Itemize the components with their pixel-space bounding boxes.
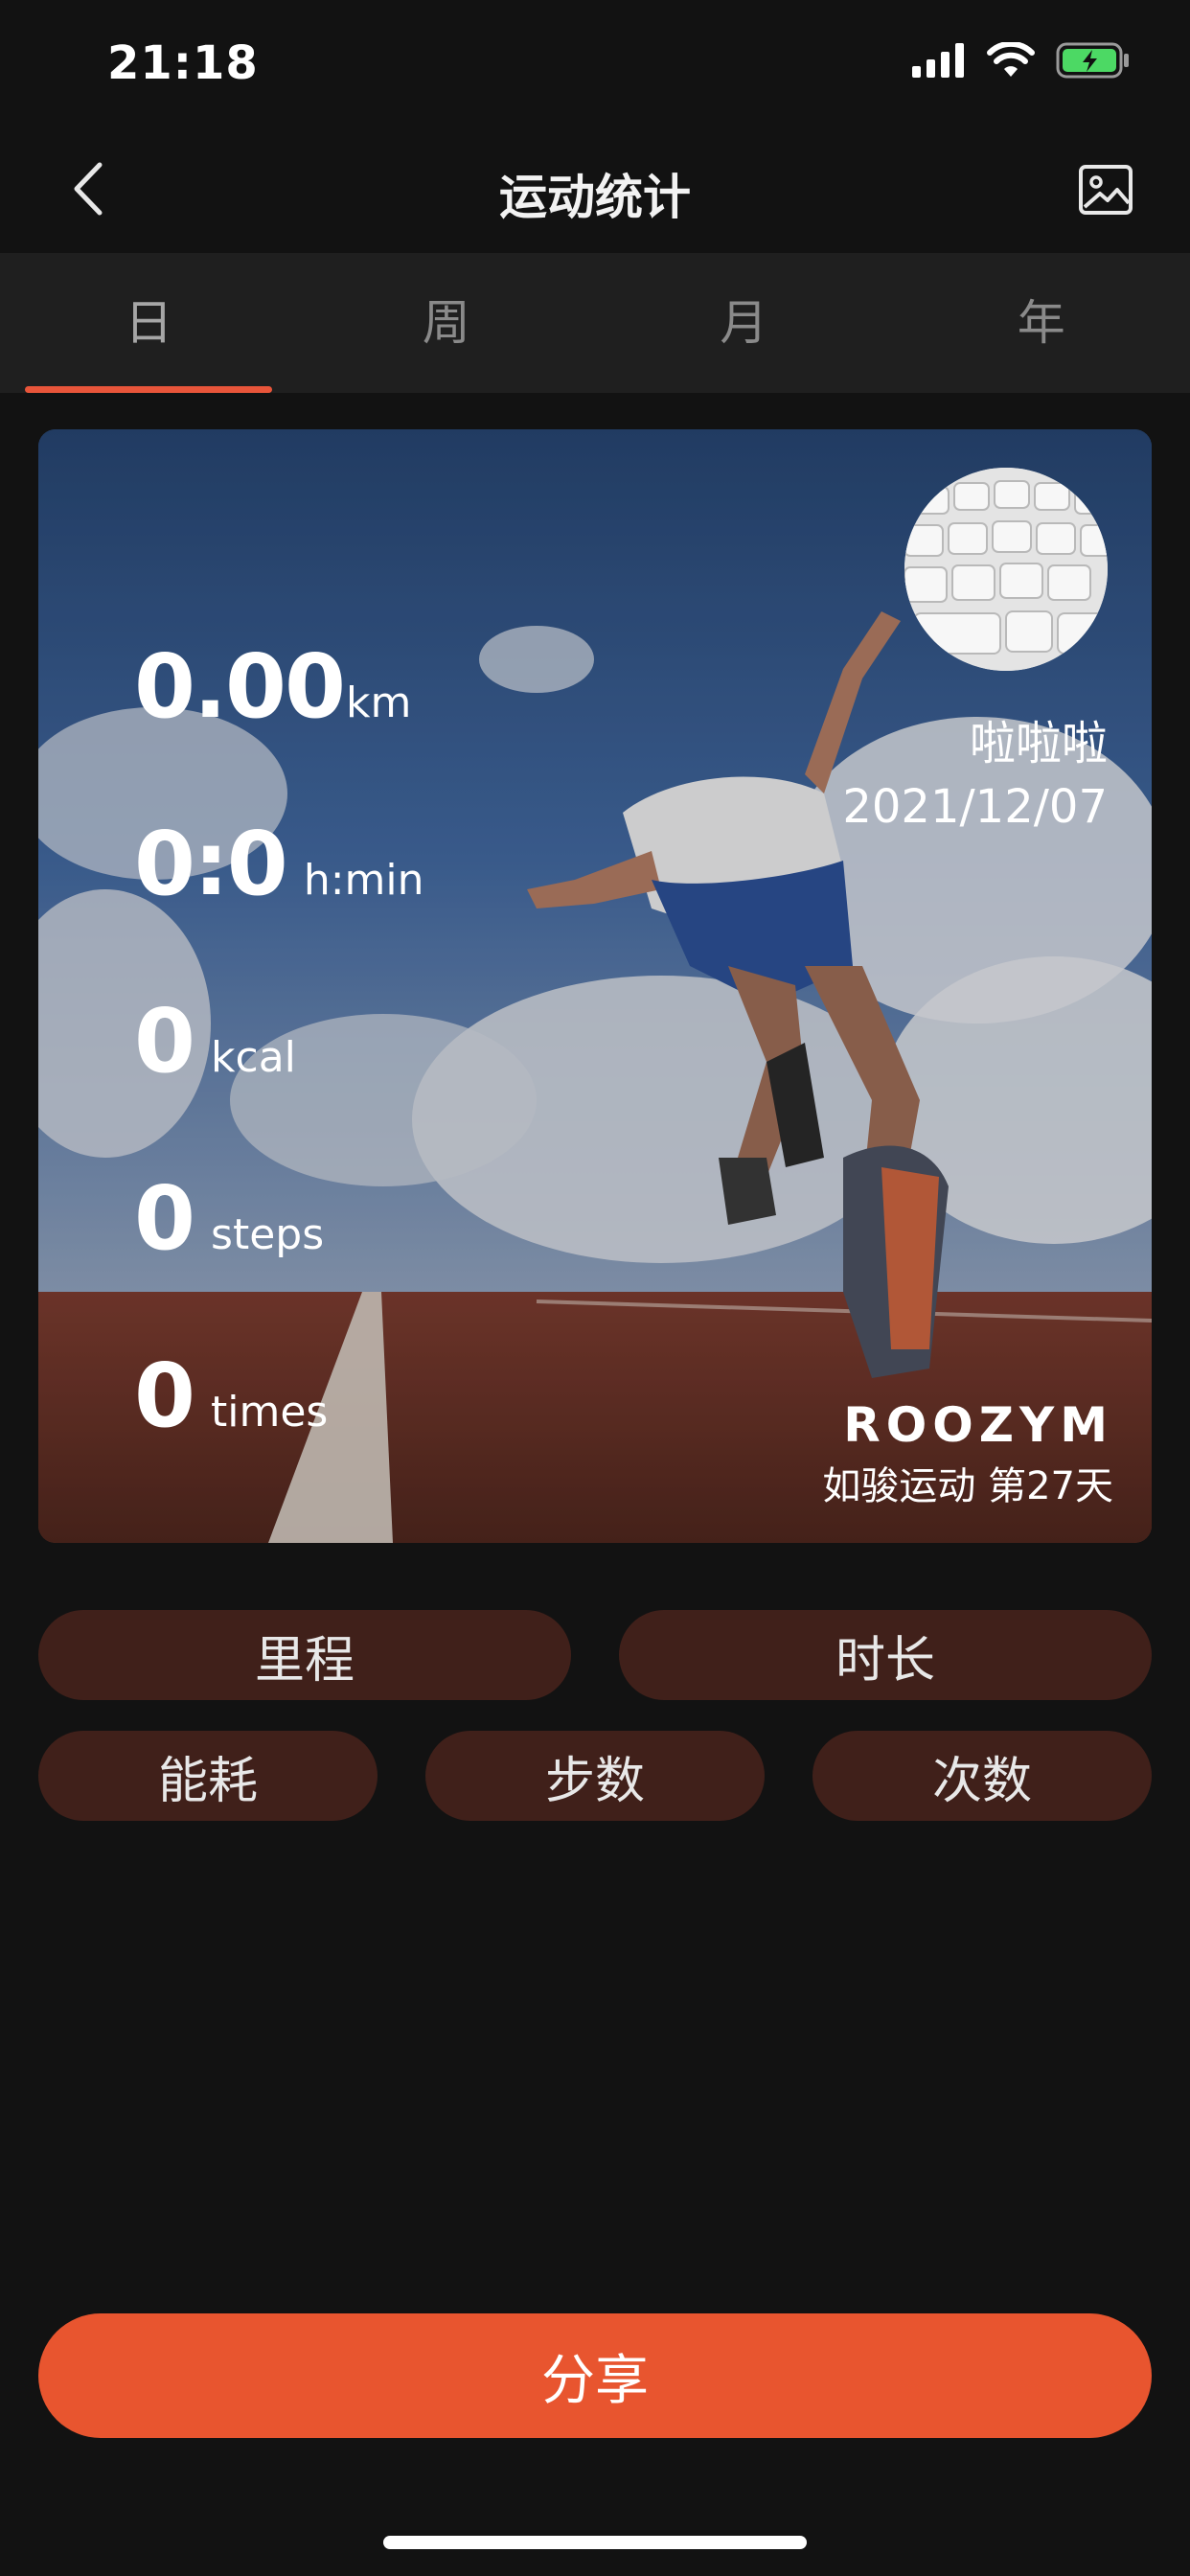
chip-duration[interactable]: 时长: [619, 1610, 1152, 1700]
period-tabs: 日 周 月 年: [0, 253, 1190, 393]
signal-icon: [912, 43, 964, 78]
keyboard-avatar-image: [904, 468, 1108, 671]
brand-block: ROOZYM 如骏运动 第27天: [822, 1397, 1113, 1510]
stats-share-card: 0.00 km 0:0 h:min 0 kcal 0 steps 0 times: [38, 429, 1152, 1543]
battery-charging-icon: [1056, 42, 1129, 79]
nav-bar: 运动统计: [0, 126, 1190, 253]
stat-calories-unit: kcal: [211, 1033, 296, 1082]
stat-steps-unit: steps: [211, 1210, 325, 1259]
chip-times[interactable]: 次数: [812, 1731, 1152, 1821]
stat-calories-value: 0: [134, 990, 195, 1092]
stat-distance-value: 0.00: [134, 635, 346, 738]
stat-times-value: 0: [134, 1345, 195, 1447]
user-name: 啦啦啦: [969, 717, 1108, 770]
chip-steps[interactable]: 步数: [425, 1731, 765, 1821]
tab-week[interactable]: 周: [298, 253, 596, 393]
home-indicator: [383, 2536, 807, 2549]
brand-subtitle: 如骏运动 第27天: [822, 1464, 1113, 1508]
stat-distance-unit: km: [346, 678, 412, 727]
stat-duration-value: 0:0: [134, 813, 288, 915]
share-button[interactable]: 分享: [38, 2313, 1152, 2438]
tab-month[interactable]: 月: [595, 253, 893, 393]
status-time: 21:18: [107, 36, 259, 90]
tab-week-label: 周: [422, 295, 470, 351]
stat-calories: 0 kcal: [134, 990, 296, 1092]
tab-year[interactable]: 年: [893, 253, 1190, 393]
stat-steps-value: 0: [134, 1167, 195, 1270]
chip-calories[interactable]: 能耗: [38, 1731, 378, 1821]
tab-year-label: 年: [1017, 295, 1065, 351]
stat-duration-unit: h:min: [303, 856, 424, 905]
tab-month-label: 月: [720, 295, 768, 351]
status-icons: [912, 42, 1131, 79]
avatar: [904, 468, 1108, 671]
status-bar: 21:18: [0, 0, 1190, 126]
active-tab-indicator: [25, 386, 272, 393]
chip-distance[interactable]: 里程: [38, 1610, 571, 1700]
image-icon: [1079, 165, 1133, 215]
stat-distance: 0.00 km: [134, 635, 411, 738]
stat-duration: 0:0 h:min: [134, 813, 424, 915]
tab-day-label: 日: [125, 295, 173, 351]
wifi-icon: [987, 42, 1035, 77]
stat-steps: 0 steps: [134, 1167, 324, 1270]
stat-times: 0 times: [134, 1345, 328, 1447]
tab-day[interactable]: 日: [0, 253, 298, 393]
screen: 21:18 运动统计 日 周 月 年 0.00 km 0:0 h:min 0 k…: [0, 0, 1190, 2576]
record-date: 2021/12/07: [842, 780, 1108, 834]
image-button[interactable]: [1077, 161, 1134, 218]
brand-logo: ROOZYM: [843, 1397, 1113, 1453]
page-title: 运动统计: [499, 170, 691, 225]
stat-times-unit: times: [211, 1388, 329, 1437]
